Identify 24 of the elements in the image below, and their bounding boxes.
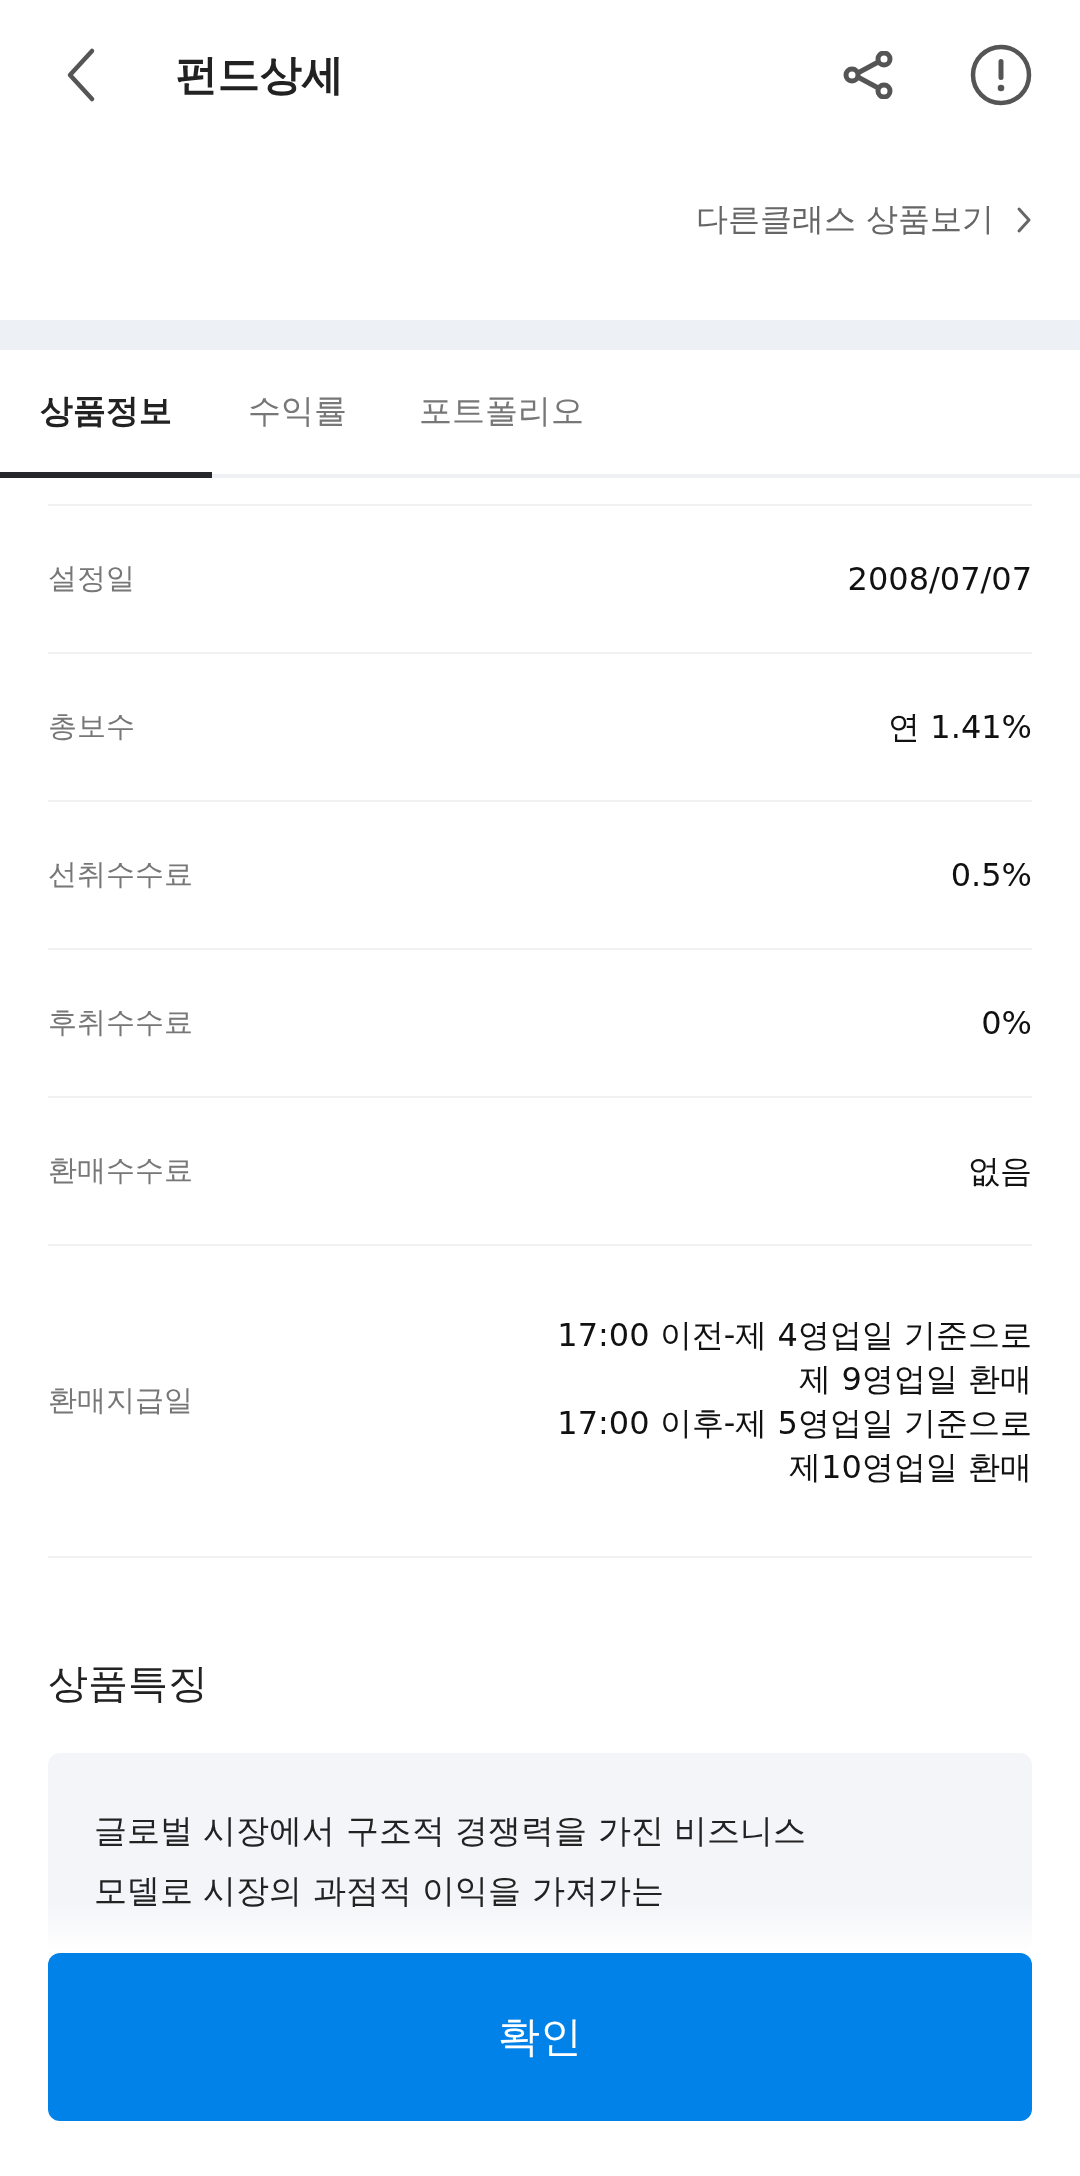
chevron-right-icon[interactable] [1016,206,1032,234]
info-label: 후취수수료 [48,1004,193,1041]
tab[interactable]: 상품정보 [0,350,212,478]
share-icon[interactable] [842,51,894,99]
info-value: 0% [981,1003,1032,1044]
info-value: 0.5% [950,855,1032,896]
page-title: 펀드상세 [176,49,345,101]
info-value: 연 1.41% [888,707,1032,748]
alert-icon[interactable] [970,44,1032,106]
info-value: 없음 [968,1151,1032,1192]
info-label: 환매지급일 [48,1382,193,1419]
other-class-link[interactable]: 다른클래스 상품보기 [695,198,994,242]
info-value: 17:00 이전-제 4영업일 기준으로 제 9영업일 환매 17:00 이후-제 5영업일 기준으로 제10영업일 환매 [557,1315,1032,1488]
info-label: 설정일 [48,560,135,597]
info-label: 총보수 [48,708,135,745]
back-icon[interactable] [66,47,96,103]
info-label: 선취수수료 [48,856,193,893]
info-label: 환매수수료 [48,1152,193,1189]
tab[interactable]: 수익률 [212,350,383,478]
tab[interactable]: 포트폴리오 [383,350,620,478]
confirm-button[interactable]: 확인 [48,1953,1032,2121]
section-heading: 상품특징 [48,1659,209,1708]
info-value: 2008/07/07 [847,559,1032,600]
feature-description: 글로벌 시장에서 구조적 경쟁력을 가진 비즈니스 모델로 시장의 과점적 이익을 가져가는 [93,1810,808,1912]
